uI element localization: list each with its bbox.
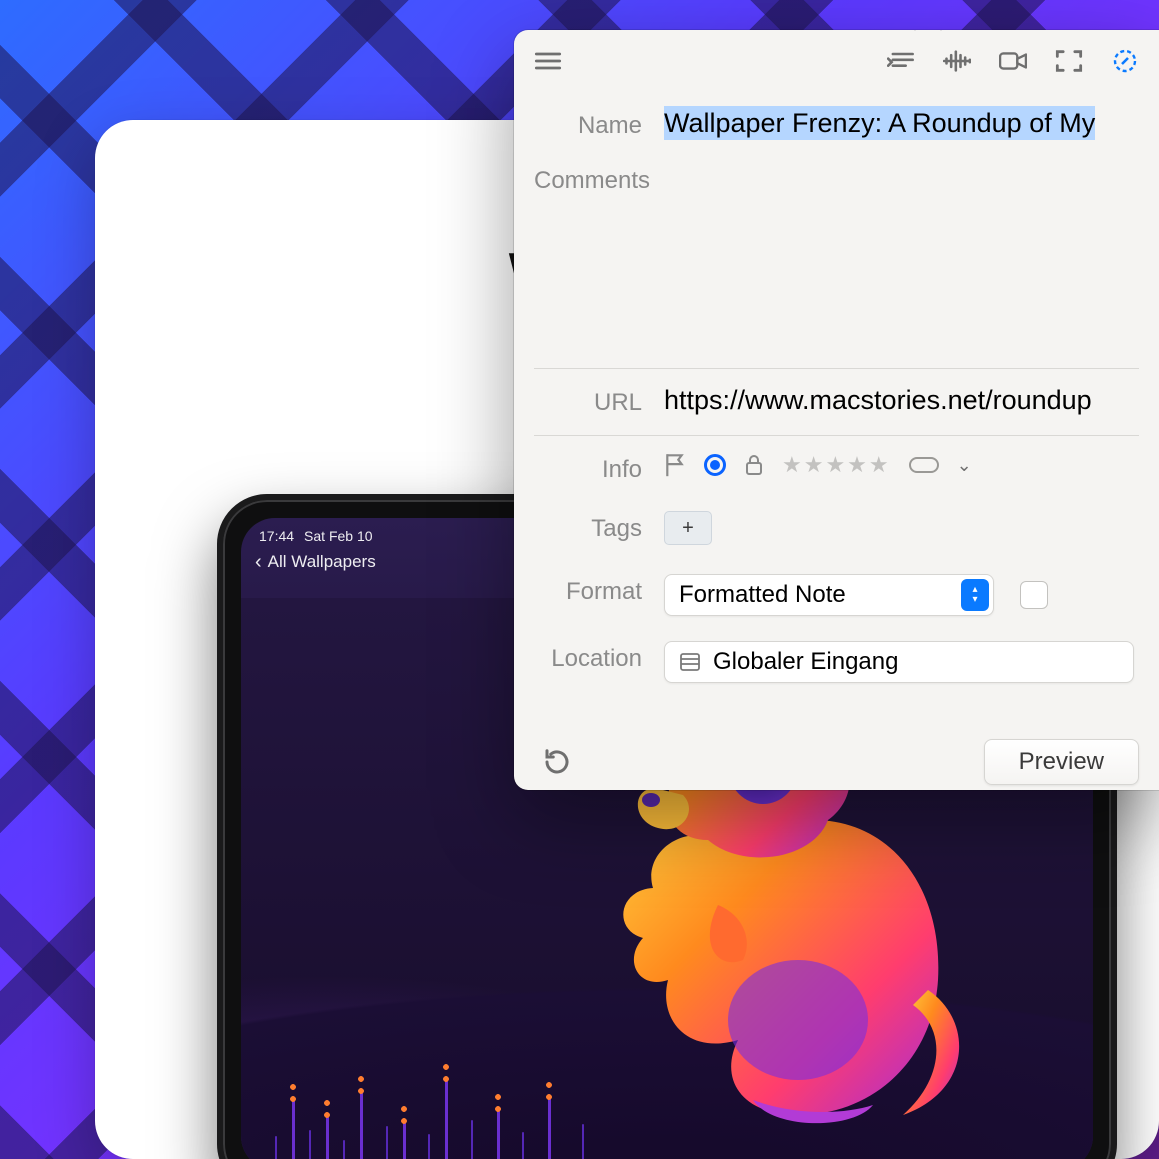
waveform-icon[interactable] [943,49,971,73]
name-row: Name Wallpaper Frenzy: A Roundup of My [534,92,1139,158]
panel-toolbar [514,30,1159,92]
panel-footer: Preview [514,721,1159,790]
location-value: Globaler Eingang [713,648,898,676]
info-row: Info ★★★★★ ⌄ [534,436,1139,502]
inbox-folder-icon [679,651,701,673]
ipad-status-time: 17:44 [259,528,294,544]
format-value: Formatted Note [679,581,846,609]
add-tag-button[interactable]: + [664,511,712,545]
format-select[interactable]: Formatted Note ▴▾ [664,574,994,616]
reload-icon[interactable] [542,747,572,777]
chevron-down-icon[interactable]: ⌄ [957,455,972,476]
clip-info-panel: Name Wallpaper Frenzy: A Roundup of My C… [514,30,1159,790]
safari-compass-icon[interactable] [1111,49,1139,73]
tags-row: Tags + [534,502,1139,567]
location-select[interactable]: Globaler Eingang [664,641,1134,683]
url-label: URL [534,385,664,417]
name-input[interactable]: Wallpaper Frenzy: A Roundup of My [664,106,1095,140]
ipad-status-date: Sat Feb 10 [304,528,373,544]
comments-textarea[interactable] [672,163,1139,343]
select-stepper-icon: ▴▾ [961,579,989,611]
rating-stars[interactable]: ★★★★★ [782,452,891,478]
video-icon[interactable] [999,49,1027,73]
flag-icon[interactable] [664,453,686,477]
format-label: Format [534,574,664,606]
location-row: Location Globaler Eingang [534,634,1139,701]
tags-label: Tags [534,511,664,543]
label-color-dot[interactable] [704,454,726,476]
comments-label: Comments [534,163,672,195]
format-row: Format Formatted Note ▴▾ [534,567,1139,634]
list-view-icon[interactable] [534,49,562,73]
name-label: Name [534,108,664,140]
location-label: Location [534,641,664,673]
url-row: URL https://www.macstories.net/roundup [534,369,1139,435]
panel-pointer-caret [914,30,942,32]
info-label: Info [534,452,664,484]
ipad-back-label: All Wallpapers [268,552,376,572]
comments-row: Comments [534,158,1139,368]
declutter-text-icon[interactable] [887,49,915,73]
chevron-left-icon: ‹ [255,552,262,572]
preview-button[interactable]: Preview [984,739,1139,785]
label-pill-icon[interactable] [909,457,939,473]
format-checkbox[interactable] [1020,581,1048,609]
name-value-selected: Wallpaper Frenzy: A Roundup of My [664,106,1095,140]
fullscreen-corners-icon[interactable] [1055,49,1083,73]
lock-icon[interactable] [744,453,764,477]
url-input[interactable]: https://www.macstories.net/roundup [664,385,1139,416]
